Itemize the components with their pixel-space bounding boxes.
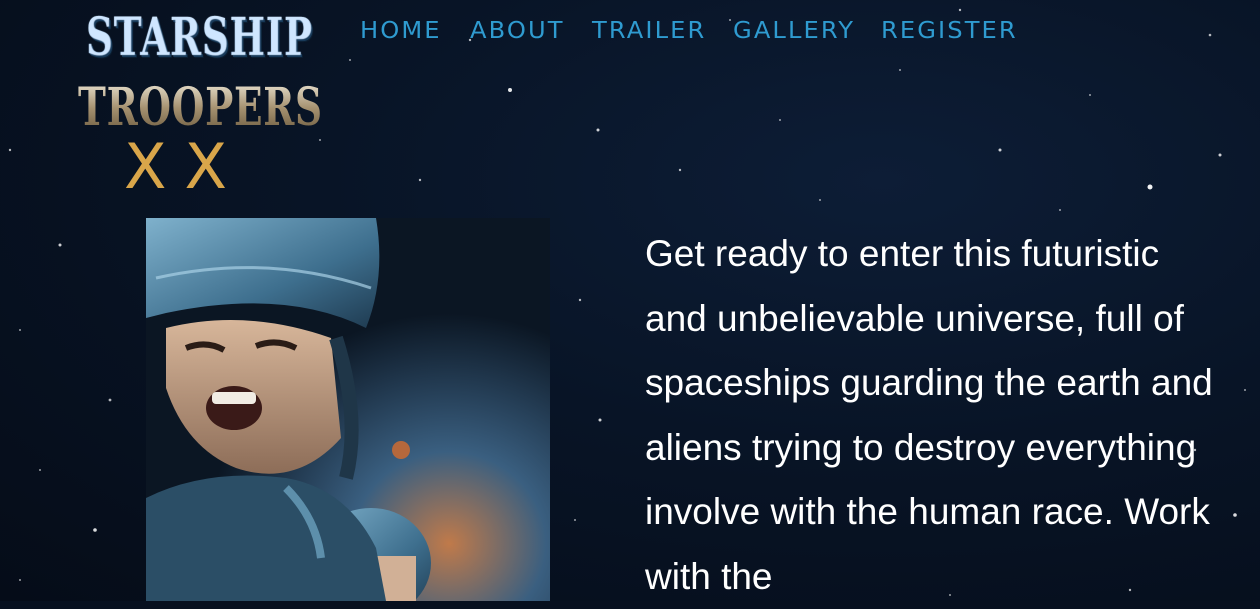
site-logo[interactable]: STARSHIP TROOPERS XX xyxy=(72,6,322,203)
nav-trailer-link[interactable]: TRAILER xyxy=(592,18,706,44)
logo-line-xx: XX xyxy=(124,130,245,203)
nav-home-link[interactable]: HOME xyxy=(360,18,442,44)
intro-paragraph: Get ready to enter this futuristic and u… xyxy=(645,233,1213,597)
nav-gallery-link[interactable]: GALLERY xyxy=(733,18,855,44)
logo-line-starship: STARSHIP xyxy=(86,7,313,68)
main-nav: HOME ABOUT TRAILER GALLERY REGISTER xyxy=(360,18,1016,44)
soldier-poster-image xyxy=(146,218,550,601)
nav-register-link[interactable]: REGISTER xyxy=(881,18,1018,44)
logo-line-troopers: TROOPERS xyxy=(78,77,323,138)
nav-about-link[interactable]: ABOUT xyxy=(470,18,565,44)
hero-poster-image xyxy=(146,218,550,601)
